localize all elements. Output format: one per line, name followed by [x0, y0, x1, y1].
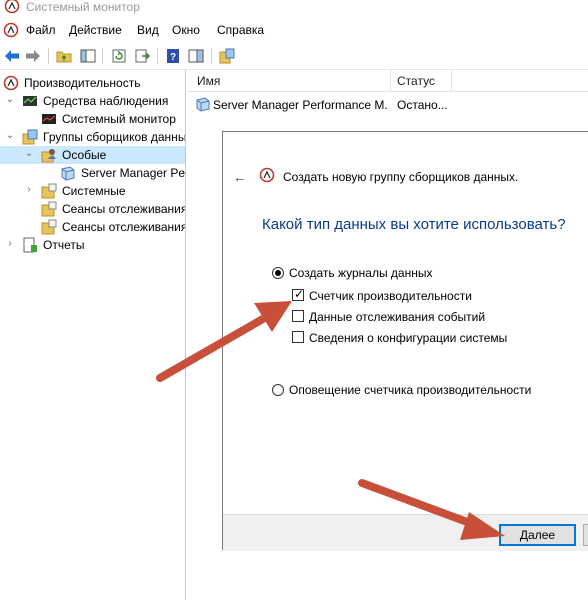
toolbar-separator — [211, 48, 212, 64]
checkbox-label-system-config[interactable]: Сведения о конфигурации системы — [309, 331, 507, 345]
back-arrow-icon[interactable]: ← — [233, 169, 247, 185]
toolbar-separator — [102, 48, 103, 64]
title-bar: Системный монитор — [0, 0, 588, 16]
tree-item-startup-event-trace[interactable]: Сеансы отслеживания событий запуска — [0, 218, 186, 236]
tree-item-reports[interactable]: › Отчеты — [0, 236, 185, 254]
tree-item-server-manager-set[interactable]: Server Manager Performance Monitor — [0, 164, 186, 182]
finish-button[interactable] — [583, 524, 588, 546]
help-icon[interactable]: ? — [164, 47, 182, 65]
folder-icon — [41, 201, 57, 217]
up-folder-icon[interactable] — [55, 47, 73, 65]
tree-label: Отчеты — [43, 238, 85, 252]
toolbar: ? — [0, 42, 588, 70]
column-header-name[interactable]: Имя — [197, 74, 220, 88]
tree-item-system[interactable]: › Системные — [0, 182, 185, 200]
list-cell-status: Остано... — [397, 98, 448, 112]
back-icon[interactable] — [3, 47, 21, 65]
svg-text:?: ? — [170, 52, 176, 63]
radio-label-create-data-logs[interactable]: Создать журналы данных — [289, 266, 432, 280]
collector-sets-icon — [22, 129, 38, 145]
create-collector-set-wizard: ← Создать новую группу сборщиков данных.… — [222, 131, 588, 551]
tree-item-collector-sets[interactable]: ⌄ Группы сборщиков данных — [0, 128, 186, 146]
wizard-question: Какой тип данных вы хотите использовать? — [262, 216, 566, 233]
menu-action[interactable]: Действие — [69, 23, 122, 37]
radio-label-performance-counter-alert[interactable]: Оповещение счетчика производительности — [289, 383, 531, 397]
perfmon-icon — [4, 0, 20, 17]
tree-item-system-monitor[interactable]: Системный монитор — [0, 110, 185, 128]
list-row[interactable]: Server Manager Performance M... Остано..… — [187, 94, 588, 114]
tree-label: Производительность — [24, 76, 141, 90]
chevron-down-icon[interactable]: ⌄ — [5, 130, 15, 142]
checkbox-performance-counter[interactable]: ✓ — [292, 287, 305, 301]
chevron-right-icon[interactable]: › — [24, 184, 34, 196]
checkmark-icon: ✓ — [294, 287, 305, 301]
tree-label: Server Manager Performance Monitor — [81, 166, 186, 180]
data-collector-set-icon — [195, 96, 211, 115]
perfmon-icon — [259, 167, 275, 186]
list-cell-name: Server Manager Performance M... — [213, 98, 389, 112]
system-monitor-icon — [41, 111, 57, 127]
tree-label: Средства наблюдения — [43, 94, 169, 108]
new-collector-set-icon[interactable] — [218, 47, 236, 65]
chevron-right-icon[interactable]: › — [5, 238, 15, 250]
system-menu-icon[interactable] — [3, 22, 19, 41]
user-defined-icon — [41, 147, 57, 163]
toolbar-separator — [48, 48, 49, 64]
tree-item-performance[interactable]: Производительность — [0, 74, 185, 92]
column-header-status[interactable]: Статус — [397, 74, 435, 88]
menu-bar: Файл Действие Вид Окно Справка — [0, 20, 588, 42]
column-divider[interactable] — [451, 70, 452, 92]
navigation-tree: Производительность ⌄ Средства наблюдения… — [0, 70, 186, 600]
export-list-icon[interactable] — [133, 47, 151, 65]
tree-label: Сеансы отслеживания событий — [62, 202, 186, 216]
monitoring-tools-icon — [22, 93, 38, 109]
radio-create-data-logs[interactable] — [272, 267, 284, 279]
tree-label: Системные — [62, 184, 126, 198]
reports-icon — [22, 237, 38, 253]
data-collector-set-icon — [60, 165, 76, 181]
chevron-down-icon[interactable]: ⌄ — [5, 94, 15, 106]
list-header: Имя Статус — [187, 70, 588, 92]
checkbox-label-event-trace-data[interactable]: Данные отслеживания событий — [309, 310, 485, 324]
tree-label: Сеансы отслеживания событий запуска — [62, 220, 186, 234]
menu-file[interactable]: Файл — [26, 23, 56, 37]
checkbox-event-trace-data[interactable] — [292, 310, 304, 322]
next-button[interactable]: Далее — [499, 524, 576, 546]
column-divider[interactable] — [390, 70, 391, 92]
folder-icon — [41, 183, 57, 199]
tree-item-event-trace[interactable]: Сеансы отслеживания событий — [0, 200, 186, 218]
tree-label: Группы сборщиков данных — [43, 130, 186, 144]
show-hide-tree-icon[interactable] — [79, 47, 97, 65]
tree-label: Особые — [62, 148, 107, 162]
wizard-title: Создать новую группу сборщиков данных. — [283, 170, 519, 184]
menu-window[interactable]: Окно — [172, 23, 200, 37]
wizard-footer: Далее — [223, 514, 588, 551]
toolbar-separator — [157, 48, 158, 64]
checkbox-system-config[interactable] — [292, 331, 304, 343]
menu-help[interactable]: Справка — [217, 23, 264, 37]
forward-icon[interactable] — [24, 47, 42, 65]
tree-item-user-defined[interactable]: ⌄ Особые — [0, 146, 185, 164]
tree-item-monitoring-tools[interactable]: ⌄ Средства наблюдения — [0, 92, 185, 110]
folder-icon — [41, 219, 57, 235]
checkbox-label-performance-counter[interactable]: Счетчик производительности — [309, 289, 472, 303]
radio-performance-counter-alert[interactable] — [272, 384, 284, 396]
perfmon-icon — [3, 75, 19, 91]
menu-view[interactable]: Вид — [137, 23, 159, 37]
properties-pane-icon[interactable] — [187, 47, 205, 65]
chevron-down-icon[interactable]: ⌄ — [24, 148, 34, 160]
tree-label: Системный монитор — [62, 112, 176, 126]
refresh-icon[interactable] — [110, 47, 128, 65]
window-title: Системный монитор — [26, 0, 140, 14]
